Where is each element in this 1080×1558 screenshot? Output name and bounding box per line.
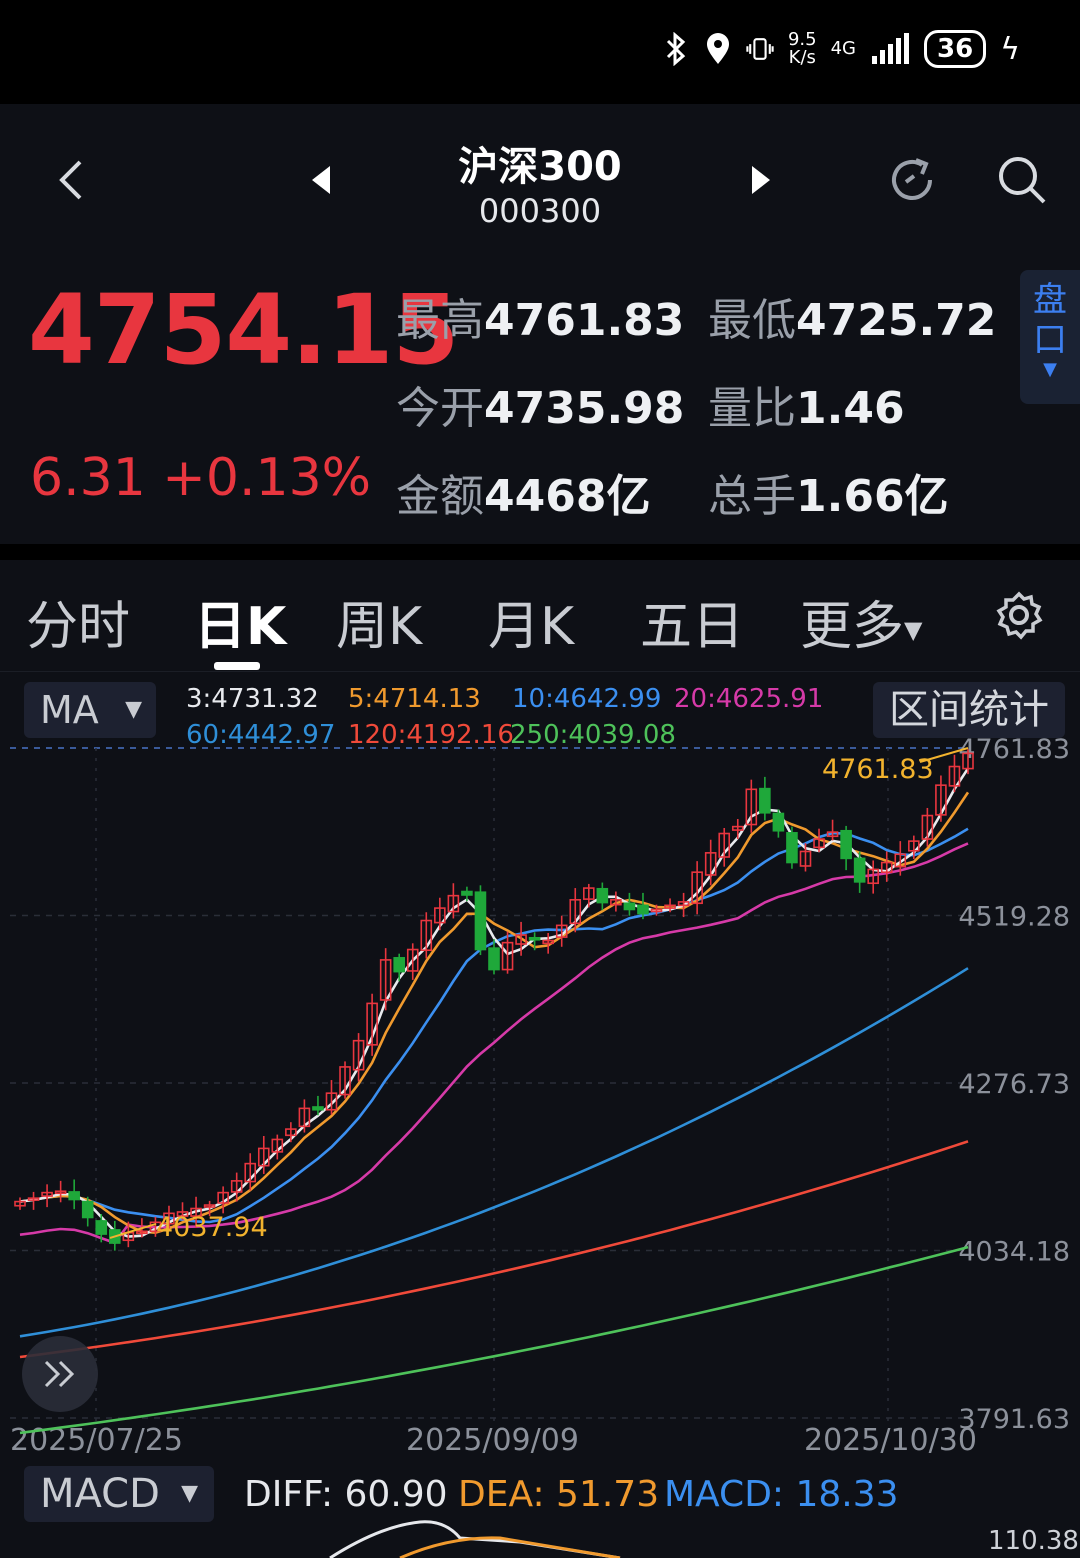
candle-body	[840, 829, 852, 860]
low-annotation: 4037.94	[156, 1212, 268, 1243]
candle-body	[528, 936, 541, 941]
period-tabs: 分时 日K 周K 月K 五日 更多▼	[0, 560, 1080, 672]
candle-body	[637, 904, 649, 915]
macd-lines	[329, 1520, 621, 1558]
current-price: 4754.15	[28, 274, 459, 386]
quote-low: 最低4725.72	[708, 295, 997, 346]
candle-body	[393, 957, 406, 973]
ma60-line	[19, 967, 969, 1338]
x-tick-label: 2025/09/09	[406, 1423, 579, 1458]
candle-body	[474, 891, 487, 951]
stock-name: 沪深300	[458, 144, 622, 190]
bluetooth-icon	[662, 31, 690, 67]
caret-down-icon: ▼	[904, 616, 923, 644]
network-type: 4G	[830, 38, 857, 59]
y-tick-label: 4761.83	[958, 734, 1070, 765]
ma20-line	[19, 842, 969, 1245]
high-annotation: 4761.83	[822, 754, 934, 785]
vibrate-icon	[746, 31, 774, 67]
y-tick-label: 4034.18	[958, 1237, 1070, 1268]
candle-body	[623, 902, 636, 911]
tab-five-day[interactable]: 五日	[640, 584, 744, 659]
ma10-line	[19, 827, 969, 1224]
x-tick-label: 2025/07/25	[10, 1423, 183, 1458]
battery-indicator: 36	[924, 30, 987, 68]
candle-body	[488, 947, 500, 971]
macd-panel: MACD ▼ DIFF: 60.90 DEA: 51.73 MACD: 18.33…	[0, 1462, 1080, 1558]
tab-more[interactable]: 更多▼	[800, 584, 922, 659]
candle-body	[786, 832, 798, 864]
gear-icon[interactable]	[994, 590, 1044, 640]
candle-body	[81, 1200, 94, 1219]
candle-body	[596, 887, 609, 904]
candle-body	[461, 890, 473, 896]
signal-icon	[870, 31, 910, 67]
quote-panel: 4754.15 6.31 +0.13% 最高4761.83 最低4725.72 …	[0, 254, 1080, 544]
chevron-down-icon: ▼	[1043, 359, 1057, 380]
tab-monthly-k[interactable]: 月K	[488, 584, 574, 659]
pankou-label: 盘口	[1033, 280, 1067, 360]
tab-daily-k[interactable]: 日K	[194, 584, 286, 659]
back-icon[interactable]	[50, 152, 94, 208]
price-change: 6.31 +0.13%	[30, 448, 372, 508]
next-stock-icon[interactable]	[748, 164, 772, 196]
tab-intraday[interactable]: 分时	[26, 584, 130, 659]
pankou-button[interactable]: 盘口 ▼	[1020, 270, 1080, 404]
quote-amount: 金额4468亿	[396, 471, 651, 522]
stock-code: 000300	[478, 192, 602, 230]
candle-body	[312, 1106, 324, 1111]
header-bar: 沪深300 000300	[0, 104, 1080, 254]
y-tick-label: 4276.73	[958, 1069, 1070, 1100]
quote-volume: 总手1.66亿	[708, 471, 949, 522]
candle-body	[772, 812, 785, 832]
charging-icon: ϟ	[1000, 31, 1020, 67]
candle-body	[95, 1220, 108, 1235]
quote-volume-ratio: 量比1.46	[708, 383, 905, 434]
kline-chart[interactable]: 4761.834519.284276.734034.183791.632025/…	[0, 672, 1080, 1462]
status-bar: 9.5 K/s 4G 36 ϟ	[0, 0, 1080, 104]
tab-weekly-k[interactable]: 周K	[336, 584, 422, 659]
search-icon[interactable]	[994, 152, 1050, 208]
net-speed: 9.5 K/s	[787, 29, 817, 68]
candle-body	[759, 787, 771, 814]
active-tab-indicator	[214, 662, 260, 670]
candle-body	[68, 1191, 80, 1201]
candle-body	[853, 857, 866, 883]
location-icon	[704, 31, 732, 67]
prev-stock-icon[interactable]	[310, 164, 334, 196]
quote-high: 最高4761.83	[396, 295, 685, 346]
y-tick-label: 4519.28	[958, 902, 1070, 933]
x-tick-label: 2025/10/30	[804, 1423, 977, 1458]
quote-open: 今开4735.98	[396, 383, 685, 434]
refresh-icon[interactable]	[884, 152, 940, 208]
